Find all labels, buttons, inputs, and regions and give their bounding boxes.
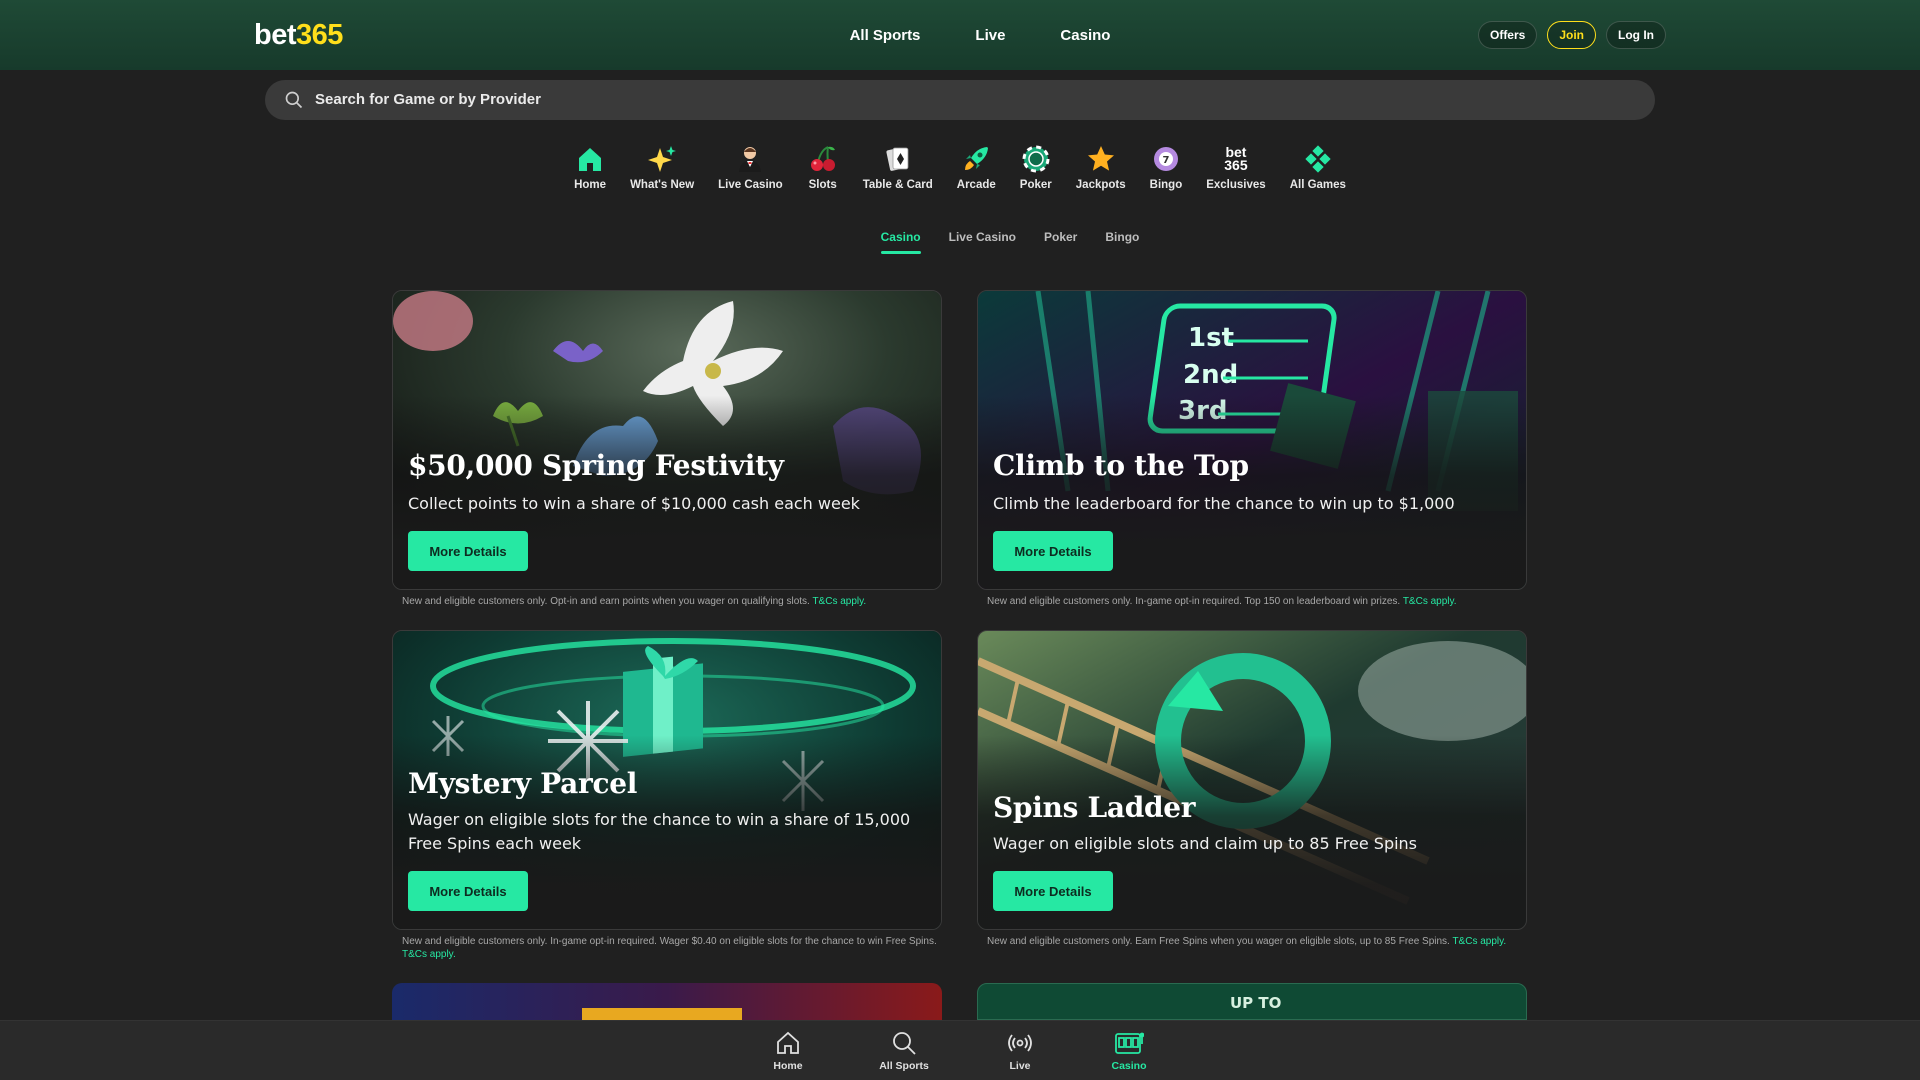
nav-casino[interactable]: Casino [1060, 27, 1110, 44]
bottom-nav-live[interactable]: Live [980, 1030, 1060, 1072]
join-button[interactable]: Join [1547, 21, 1596, 49]
more-details-button[interactable]: More Details [408, 871, 528, 911]
promo-card-spins-ladder: Spins Ladder Wager on eligible slots and… [977, 630, 1527, 930]
top-header: bet365 All Sports Live Casino Offers Joi… [0, 0, 1920, 70]
category-bingo[interactable]: 7 Bingo [1150, 143, 1182, 191]
svg-text:7: 7 [1162, 155, 1169, 166]
category-all-games[interactable]: All Games [1290, 143, 1346, 191]
terms-link[interactable]: T&Cs apply. [402, 949, 456, 960]
promo-card-climb-to-the-top: 1st 2nd 3rd Climb to the Top Climb the l… [977, 290, 1527, 590]
search-icon [285, 91, 303, 109]
category-poker[interactable]: Poker [1020, 143, 1052, 191]
section-tabs: Casino Live Casino Poker Bingo [0, 230, 1920, 254]
promo-terms: New and eligible customers only. In-game… [402, 936, 937, 960]
bottom-nav-all-sports[interactable]: All Sports [864, 1030, 944, 1072]
more-details-button[interactable]: More Details [993, 871, 1113, 911]
more-details-button[interactable]: More Details [993, 531, 1113, 571]
login-button[interactable]: Log In [1606, 21, 1666, 49]
category-whats-new[interactable]: What's New [630, 143, 694, 191]
category-exclusives[interactable]: bet 365 Exclusives [1206, 143, 1265, 191]
slot-machine-icon [1115, 1032, 1144, 1054]
partial-artwork [582, 1008, 742, 1020]
terms-link[interactable]: T&Cs apply. [1403, 596, 1457, 607]
search-placeholder: Search for Game or by Provider [315, 91, 541, 108]
star-icon [1085, 143, 1117, 175]
poker-chip-icon [1020, 143, 1052, 175]
home-icon [574, 143, 606, 175]
grid-icon [1302, 143, 1334, 175]
promo-card-mystery-parcel: Mystery Parcel Wager on eligible slots f… [392, 630, 942, 930]
terms-link[interactable]: T&Cs apply. [812, 596, 866, 607]
category-table-card[interactable]: Table & Card [863, 143, 933, 191]
nav-all-sports[interactable]: All Sports [850, 27, 921, 44]
tab-casino[interactable]: Casino [880, 230, 921, 254]
promo-terms: New and eligible customers only. In-game… [987, 596, 1457, 607]
category-home[interactable]: Home [574, 143, 606, 191]
header-buttons: Offers Join Log In [1477, 21, 1666, 49]
promo-subtitle: Wager on eligible slots and claim up to … [993, 834, 1418, 853]
nav-live[interactable]: Live [975, 27, 1005, 44]
category-slots[interactable]: Slots [807, 143, 839, 191]
promo-terms: New and eligible customers only. Earn Fr… [987, 936, 1507, 947]
promo-card-partial-right[interactable]: UP TO [977, 983, 1527, 1020]
promo-terms: New and eligible customers only. Opt-in … [402, 596, 867, 607]
tab-poker[interactable]: Poker [1044, 230, 1077, 254]
terms-link[interactable]: T&Cs apply. [1452, 936, 1506, 947]
promo-card-partial-left[interactable] [392, 983, 942, 1020]
home-outline-icon [777, 1031, 799, 1054]
more-details-button[interactable]: More Details [408, 531, 528, 571]
search-icon [893, 1032, 916, 1055]
bottom-nav-home[interactable]: Home [748, 1030, 828, 1072]
promo-subtitle: Climb the leaderboard for the chance to … [993, 494, 1455, 513]
promo-subtitle: Wager on eligible slots for the chance t… [408, 810, 911, 853]
dealer-icon [734, 143, 766, 175]
tab-bingo[interactable]: Bingo [1105, 230, 1139, 254]
offers-button[interactable]: Offers [1477, 21, 1538, 49]
bingo-ball-icon: 7 [1150, 143, 1182, 175]
sparkle-icon [646, 143, 678, 175]
promo-title: Mystery Parcel [408, 767, 638, 800]
promo-card-spring-festivity: $50,000 Spring Festivity Collect points … [392, 290, 942, 590]
rocket-icon [960, 143, 992, 175]
bottom-nav: Home All Sports Live Casino [0, 1020, 1920, 1080]
category-jackpots[interactable]: Jackpots [1076, 143, 1126, 191]
promo-title: $50,000 Spring Festivity [408, 449, 784, 482]
search-input[interactable]: Search for Game or by Provider [265, 80, 1655, 120]
promo-title: Spins Ladder [993, 791, 1196, 824]
promo-subtitle: Collect points to win a share of $10,000… [408, 494, 860, 513]
cards-icon [882, 143, 914, 175]
broadcast-icon [1008, 1034, 1032, 1052]
category-live-casino[interactable]: Live Casino [718, 143, 783, 191]
tab-live-casino[interactable]: Live Casino [949, 230, 1016, 254]
category-arcade[interactable]: Arcade [957, 143, 996, 191]
category-nav: Home What's New Live Casino Slots Table … [0, 143, 1920, 191]
bet365-badge-icon: bet 365 [1224, 144, 1248, 173]
bottom-nav-casino[interactable]: Casino [1089, 1030, 1169, 1072]
promo-title: Climb to the Top [993, 449, 1249, 482]
cherries-icon [807, 143, 839, 175]
